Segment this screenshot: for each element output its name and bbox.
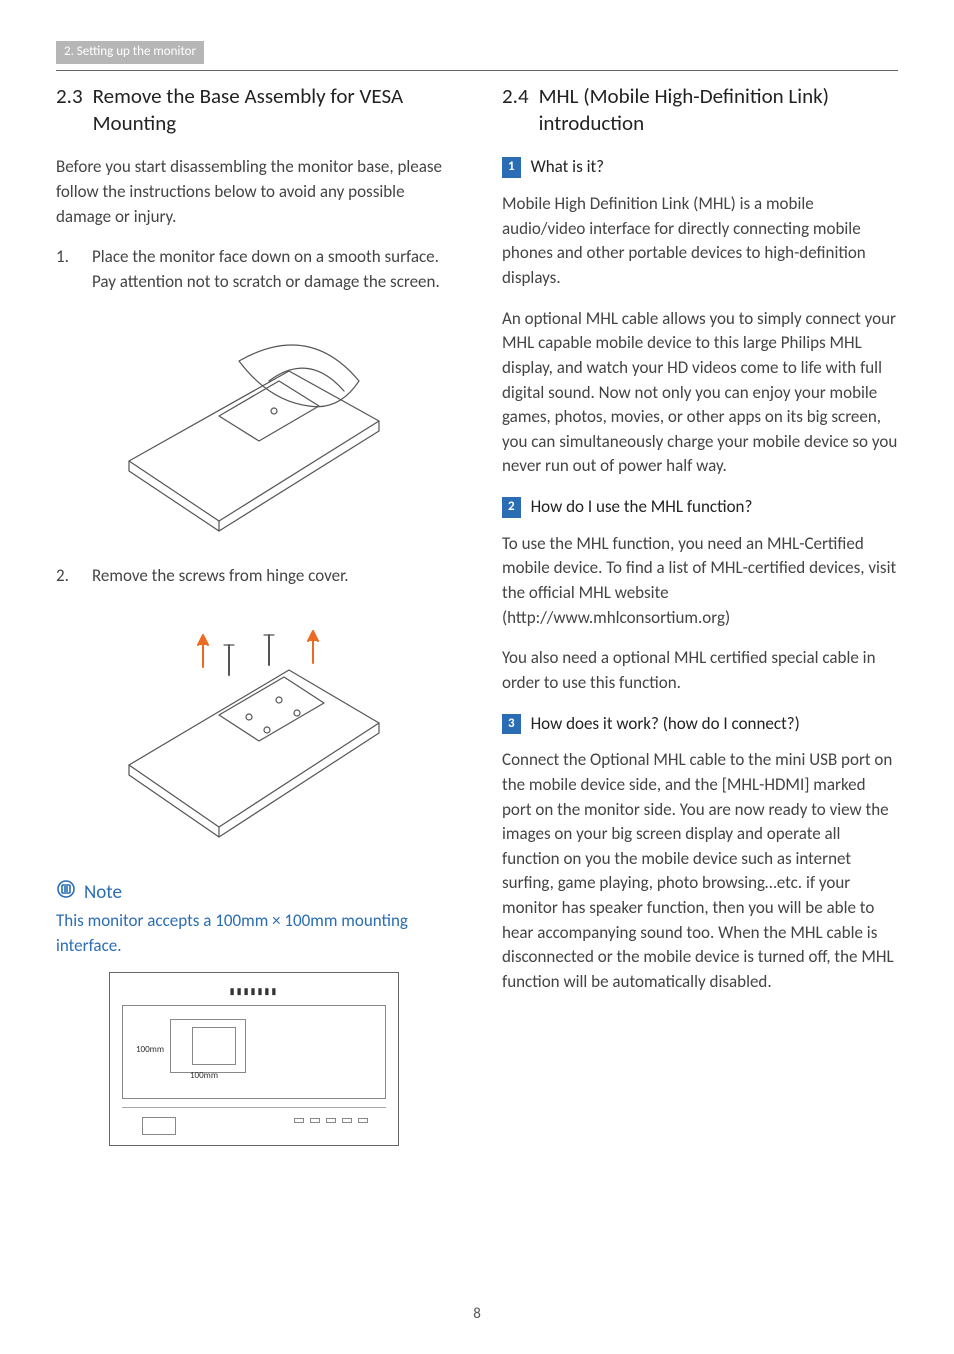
figure-monitor-facedown (56, 311, 452, 549)
brand-text: ▮▮▮▮▮▮▮ (230, 985, 279, 998)
vesa-width-label: 100mm (136, 1043, 164, 1056)
section-title-text: Remove the Base Assembly for VESA Mounti… (93, 83, 452, 138)
intro-paragraph: Before you start disassembling the monit… (56, 155, 452, 229)
question-1: 1What is it? (502, 155, 898, 180)
q1-paragraph-2: An optional MHL cable allows you to simp… (502, 307, 898, 479)
steps-list: Place the monitor face down on a smooth … (56, 245, 452, 294)
note-heading: Note (56, 879, 452, 908)
left-column: 2.3 Remove the Base Assembly for VESA Mo… (56, 83, 452, 1147)
section-title-text: MHL (Mobile High-Definition Link) introd… (539, 83, 898, 138)
breadcrumb-tab: 2. Setting up the monitor (56, 41, 204, 64)
q1-paragraph-1: Mobile High Definition Link (MHL) is a m… (502, 192, 898, 291)
badge-2: 2 (502, 497, 521, 518)
note-label: Note (84, 879, 122, 907)
right-column: 2.4 MHL (Mobile High-Definition Link) in… (502, 83, 898, 1147)
section-2-3-title: 2.3 Remove the Base Assembly for VESA Mo… (56, 83, 452, 138)
section-2-4-title: 2.4 MHL (Mobile High-Definition Link) in… (502, 83, 898, 138)
section-number: 2.3 (56, 83, 83, 138)
note-text: This monitor accepts a 100mm × 100mm mou… (56, 909, 452, 958)
q2-paragraph-1: To use the MHL function, you need an MHL… (502, 532, 898, 631)
step-2: Remove the screws from hinge cover. (56, 564, 452, 589)
q2-paragraph-2: You also need a optional MHL certified s… (502, 646, 898, 695)
badge-1: 1 (502, 157, 521, 178)
note-icon (56, 879, 76, 908)
section-number: 2.4 (502, 83, 529, 138)
page-number: 8 (0, 1304, 954, 1326)
question-2: 2How do I use the MHL function? (502, 495, 898, 520)
badge-3: 3 (502, 714, 521, 735)
steps-list-cont: Remove the screws from hinge cover. (56, 564, 452, 589)
q3-paragraph-1: Connect the Optional MHL cable to the mi… (502, 748, 898, 994)
step-1: Place the monitor face down on a smooth … (56, 245, 452, 294)
figure-remove-screws (56, 605, 452, 863)
figure-vesa-mount: ▮▮▮▮▮▮▮ 100mm 100mm (109, 972, 399, 1146)
vesa-height-label: 100mm (190, 1069, 218, 1082)
question-3: 3How does it work? (how do I connect?) (502, 712, 898, 737)
